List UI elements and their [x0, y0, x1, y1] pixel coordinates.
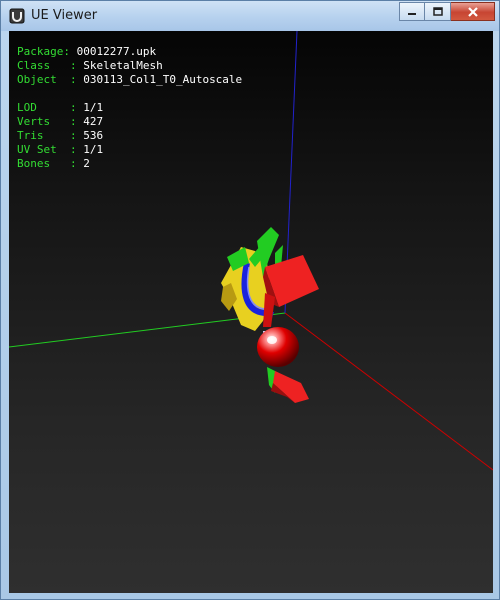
close-icon: [467, 6, 478, 17]
info-object-row: Object : 030113_Col1_T0_Autoscale: [17, 73, 242, 87]
minimize-icon: [408, 12, 416, 15]
info-label: Verts :: [17, 115, 84, 128]
info-class-row: Class : SkeletalMesh: [17, 59, 242, 73]
info-label: Tris :: [17, 129, 84, 142]
3d-viewport[interactable]: Package: 00012277.upk Class : SkeletalMe…: [9, 31, 493, 593]
window-title: UE Viewer: [31, 8, 98, 23]
maximize-icon: [432, 6, 443, 16]
info-verts-row: Verts : 427: [17, 115, 242, 129]
info-lod-row: LOD : 1/1: [17, 101, 242, 115]
info-value: 2: [83, 157, 90, 170]
info-package-row: Package: 00012277.upk: [17, 45, 242, 59]
info-label: LOD :: [17, 101, 84, 114]
minimize-button[interactable]: [399, 2, 425, 21]
info-bones-row: Bones : 2: [17, 157, 242, 171]
info-value: SkeletalMesh: [83, 59, 163, 72]
info-value: 00012277.upk: [76, 45, 157, 58]
info-value: 1/1: [83, 101, 104, 114]
app-window: UE Viewer Package: 00012277.upk Class: …: [0, 0, 500, 600]
info-value: 030113_Col1_T0_Autoscale: [83, 73, 243, 86]
info-label: Package:: [17, 45, 77, 58]
info-value: 1/1: [83, 143, 104, 156]
info-tris-row: Tris : 536: [17, 129, 242, 143]
info-label: Bones :: [17, 157, 84, 170]
info-value: 427: [83, 115, 104, 128]
info-label: Object :: [17, 73, 84, 86]
maximize-button[interactable]: [425, 2, 451, 21]
mesh-info-panel: Package: 00012277.upk Class : SkeletalMe…: [17, 45, 242, 171]
x-axis-line: [284, 312, 493, 471]
caption-buttons: [399, 2, 495, 21]
info-uvset-row: UV Set : 1/1: [17, 143, 242, 157]
close-button[interactable]: [451, 2, 495, 21]
info-value: 536: [83, 129, 104, 142]
info-label: UV Set :: [17, 143, 84, 156]
info-label: Class :: [17, 59, 84, 72]
skeletal-mesh-model: [221, 227, 319, 403]
app-icon: [9, 8, 25, 24]
title-bar[interactable]: UE Viewer: [1, 1, 499, 31]
